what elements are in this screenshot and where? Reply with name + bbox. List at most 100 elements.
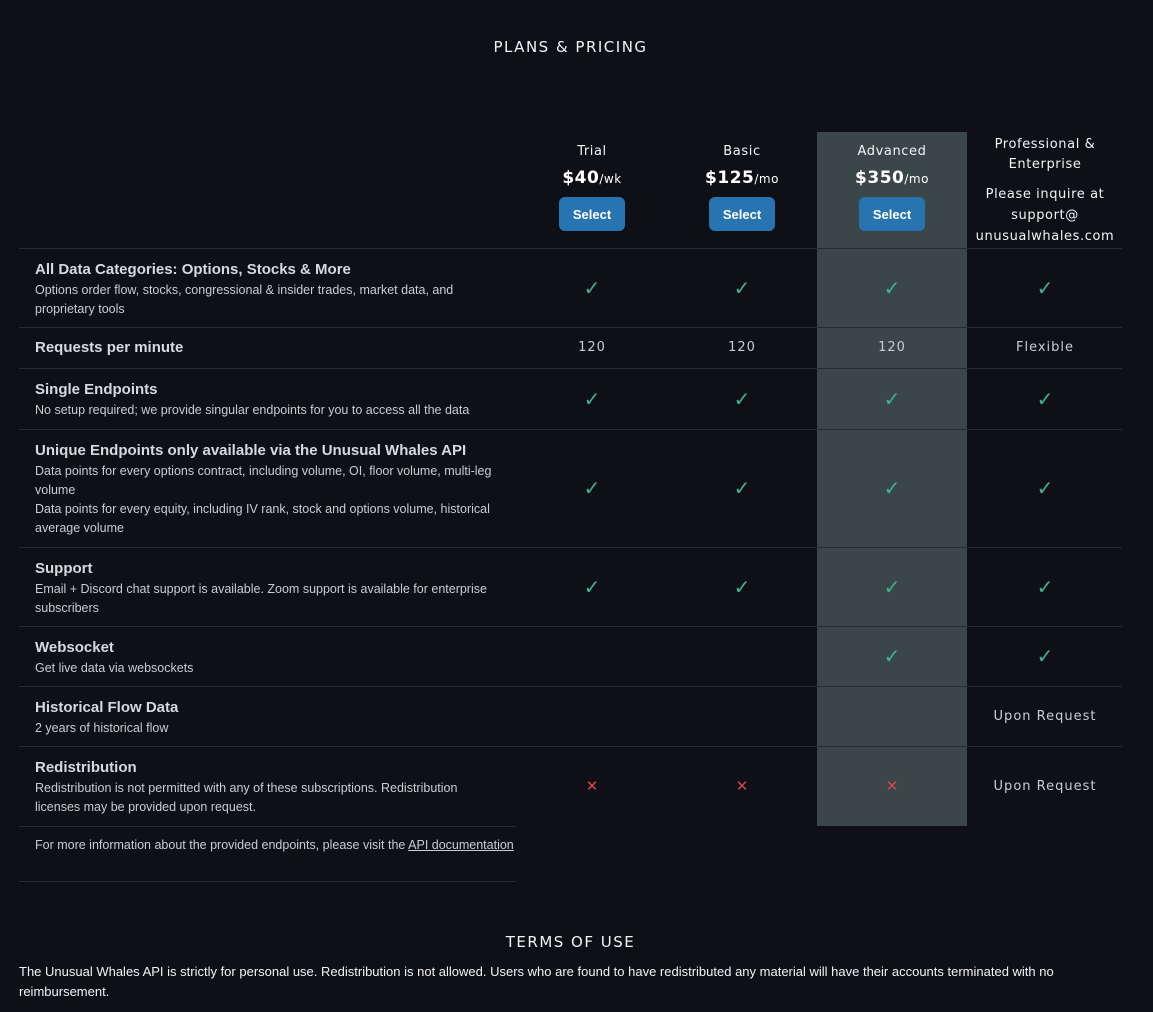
feature-title: Redistribution (35, 759, 137, 776)
plan-cell: ✓ (517, 547, 667, 626)
plan-cell: ✓ (817, 248, 967, 327)
feature-description: No setup required; we provide singular e… (35, 403, 470, 417)
plan-cell: ✓ (817, 547, 967, 626)
contact-line: Please inquire at (985, 187, 1105, 202)
cross-icon: ✕ (885, 776, 899, 795)
feature-description: Options order flow, stocks, congressiona… (35, 283, 454, 316)
plan-price: $125/mo (705, 168, 779, 188)
plan-name-line1: Professional & (994, 137, 1096, 152)
contact-email-domain: unusualwhales.com (975, 229, 1115, 244)
plan-cell (667, 686, 817, 746)
plan-cell: 120 (667, 327, 817, 368)
check-icon: ✓ (733, 275, 751, 300)
plan-cell (517, 686, 667, 746)
plan-cell: Upon Request (967, 686, 1123, 746)
feature-title: Support (35, 560, 93, 577)
terms-text: The Unusual Whales API is strictly for p… (19, 964, 1054, 999)
feature-row: Unique Endpoints only available via the … (19, 429, 1123, 547)
cell-value: 120 (578, 340, 606, 355)
plan-header-advanced: Advanced $350/mo Select (817, 144, 967, 231)
plan-cell: ✓ (967, 429, 1123, 547)
plan-cell: ✓ (517, 368, 667, 429)
cross-icon: ✕ (585, 776, 599, 795)
plan-cell: 120 (517, 327, 667, 368)
check-icon: ✓ (733, 386, 751, 411)
feature-description: Get live data via websockets (35, 661, 194, 675)
feature-label-cell: Support Email + Discord chat support is a… (19, 547, 516, 626)
feature-row: Support Email + Discord chat support is a… (19, 547, 1123, 626)
plan-cell: ✓ (817, 626, 967, 686)
feature-row: Redistribution Redistribution is not perm… (19, 746, 1123, 826)
check-icon: ✓ (1036, 644, 1054, 668)
check-icon: ✓ (583, 574, 601, 599)
plan-cell: ✓ (667, 547, 817, 626)
plan-cell: ✓ (967, 547, 1123, 626)
plan-cell: ✓ (967, 626, 1123, 686)
check-icon: ✓ (883, 275, 901, 300)
plan-cell: 120 (817, 327, 967, 368)
plan-cell: ✓ (517, 248, 667, 327)
feature-title: Historical Flow Data (35, 699, 179, 716)
cell-value: Flexible (1015, 340, 1075, 355)
plan-header-basic: Basic $125/mo Select (667, 144, 817, 231)
plan-cell: Flexible (967, 327, 1123, 368)
plan-cell: ✓ (667, 429, 817, 547)
feature-label-cell: Websocket Get live data via websockets (19, 626, 516, 686)
plan-cell: ✕ (667, 746, 817, 826)
check-icon: ✓ (583, 476, 601, 500)
check-icon: ✓ (1036, 386, 1054, 411)
feature-title: Websocket (35, 639, 114, 656)
check-icon: ✓ (883, 386, 901, 411)
api-documentation-link[interactable]: API documentation (408, 838, 514, 852)
feature-row: Historical Flow Data 2 years of historica… (19, 686, 1123, 746)
check-icon: ✓ (733, 574, 751, 599)
cell-value: Upon Request (993, 778, 1097, 794)
feature-description: Email + Discord chat support is availabl… (35, 582, 487, 615)
plan-name-line2: Enterprise (1008, 157, 1082, 172)
feature-title: All Data Categories: Options, Stocks & M… (35, 261, 351, 278)
plan-cell: ✓ (967, 248, 1123, 327)
feature-title: Unique Endpoints only available via the … (35, 442, 467, 459)
plan-cell: Upon Request (967, 746, 1123, 826)
feature-row: All Data Categories: Options, Stocks & M… (19, 248, 1123, 327)
check-icon: ✓ (583, 386, 601, 411)
check-icon: ✓ (883, 644, 901, 668)
plan-cell: ✓ (667, 248, 817, 327)
pro-contact: Please inquire at support@ unusualwhales… (967, 184, 1123, 247)
feature-title: Single Endpoints (35, 381, 158, 398)
plan-price: $350/mo (855, 168, 929, 188)
plan-header-trial: Trial $40/wk Select (517, 144, 667, 231)
check-icon: ✓ (583, 275, 601, 300)
select-advanced-button[interactable]: Select (859, 197, 925, 231)
plan-cell: ✓ (667, 368, 817, 429)
plan-cell: ✓ (517, 429, 667, 547)
feature-label-cell: All Data Categories: Options, Stocks & M… (19, 248, 516, 327)
plan-cell: ✓ (817, 368, 967, 429)
plan-cell: ✕ (817, 746, 967, 826)
feature-label-cell: Redistribution Redistribution is not perm… (19, 746, 516, 826)
feature-row: Websocket Get live data via websockets ✓ ✓ (19, 626, 1123, 686)
check-icon: ✓ (1036, 476, 1054, 500)
cell-value: 120 (878, 340, 906, 355)
check-icon: ✓ (1036, 574, 1054, 599)
feature-row: Single Endpoints No setup required; we pr… (19, 368, 1123, 429)
select-trial-button[interactable]: Select (559, 197, 625, 231)
select-basic-button[interactable]: Select (709, 197, 775, 231)
plan-name: Advanced (857, 144, 927, 159)
plan-name: Trial (577, 144, 607, 159)
feature-label-cell: Single Endpoints No setup required; we pr… (19, 368, 516, 429)
check-icon: ✓ (1036, 275, 1054, 300)
cell-value: 120 (728, 340, 756, 355)
cross-icon: ✕ (735, 776, 749, 795)
feature-label-cell: Historical Flow Data 2 years of historica… (19, 686, 516, 746)
plan-cell: ✓ (967, 368, 1123, 429)
plan-cell (817, 686, 967, 746)
plan-cell: ✕ (517, 746, 667, 826)
footer-note: For more information about the provided … (19, 826, 516, 882)
plan-price: $40/wk (562, 168, 622, 188)
plan-cell (667, 626, 817, 686)
cell-value: Upon Request (993, 708, 1097, 724)
plan-header-professional: Professional & Enterprise Please inquire… (967, 135, 1123, 247)
terms-title: TERMS OF USE (505, 933, 636, 951)
feature-description: Redistribution is not permitted with any… (35, 781, 458, 814)
